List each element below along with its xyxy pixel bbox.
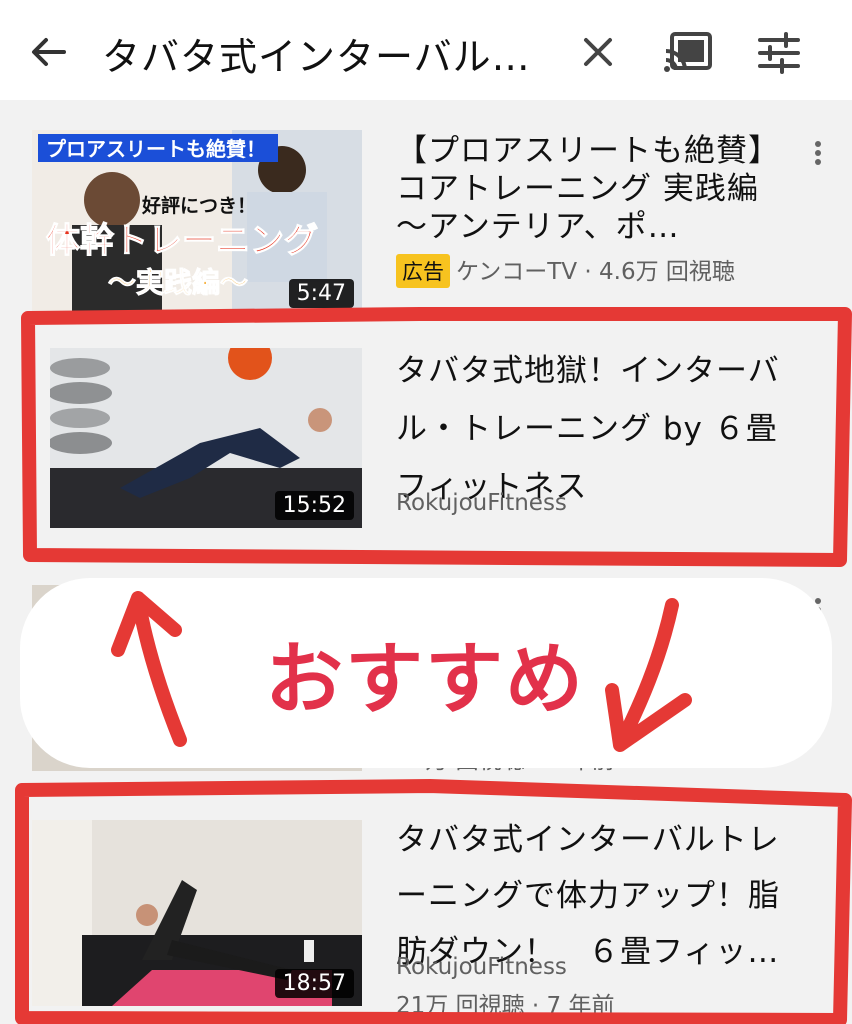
channel-name: RokujouFitness [396, 954, 567, 980]
view-count: 4.6万 回視聴 [599, 259, 735, 285]
list-item[interactable]: 15:52 タバタ式地獄！インターバル・トレーニング by ６畳フィットネス R… [0, 348, 852, 578]
video-thumbnail[interactable]: プロアスリートも絶賛！ 好評につき！ 体幹トレーニング 〜実践編〜 5:47 [32, 130, 362, 316]
video-meta: 21万 回視聴 · 7 年前 [396, 993, 615, 1019]
search-query[interactable]: タバタ式インターバル… [102, 26, 531, 81]
video-thumbnail[interactable]: 15:52 [50, 348, 362, 528]
video-meta: 72万 回視聴 · 4 年前 [396, 748, 615, 774]
list-item[interactable]: 18:57 タバタ式インターバルトレーニングで体力アップ！脂肪ダウン！ ６畳フィ… [0, 820, 852, 1024]
thumbnail-caption: 体幹トレーニング [46, 221, 318, 261]
thumbnail-caption: 〜実践編〜 [108, 266, 248, 299]
video-title[interactable]: 【プロアスリートも絶賛】コアトレーニング 実践編 〜アンテリア、ポ… [396, 132, 796, 246]
search-results-list: プロアスリートも絶賛！ 好評につき！ 体幹トレーニング 〜実践編〜 5:47 【… [0, 100, 852, 1024]
more-vert-icon[interactable] [812, 138, 824, 174]
duration-badge: 18:57 [274, 969, 354, 998]
thumbnail-caption: 好評につき！ [141, 194, 256, 217]
back-arrow-icon[interactable] [26, 30, 70, 74]
tune-icon[interactable] [756, 30, 802, 76]
close-icon[interactable] [578, 32, 618, 72]
video-thumbnail[interactable] [32, 585, 362, 771]
ad-badge: 広告 [396, 254, 450, 288]
list-item[interactable]: 72万 回視聴 · 4 年前 [0, 585, 852, 815]
list-item[interactable]: プロアスリートも絶賛！ 好評につき！ 体幹トレーニング 〜実践編〜 5:47 【… [0, 130, 852, 360]
search-app-bar: タバタ式インターバル… [0, 0, 852, 100]
channel-name: ケンコーTV [456, 259, 578, 285]
duration-badge: 15:52 [274, 491, 354, 520]
thumbnail-caption: プロアスリートも絶賛！ [46, 137, 266, 161]
cast-icon[interactable] [662, 30, 714, 76]
duration-badge: 5:47 [288, 279, 354, 308]
more-vert-icon[interactable] [812, 595, 824, 631]
video-thumbnail[interactable]: 18:57 [32, 820, 362, 1006]
channel-name: RokujouFitness [396, 490, 567, 516]
video-meta: 広告 ケンコーTV · 4.6万 回視聴 [396, 252, 735, 288]
